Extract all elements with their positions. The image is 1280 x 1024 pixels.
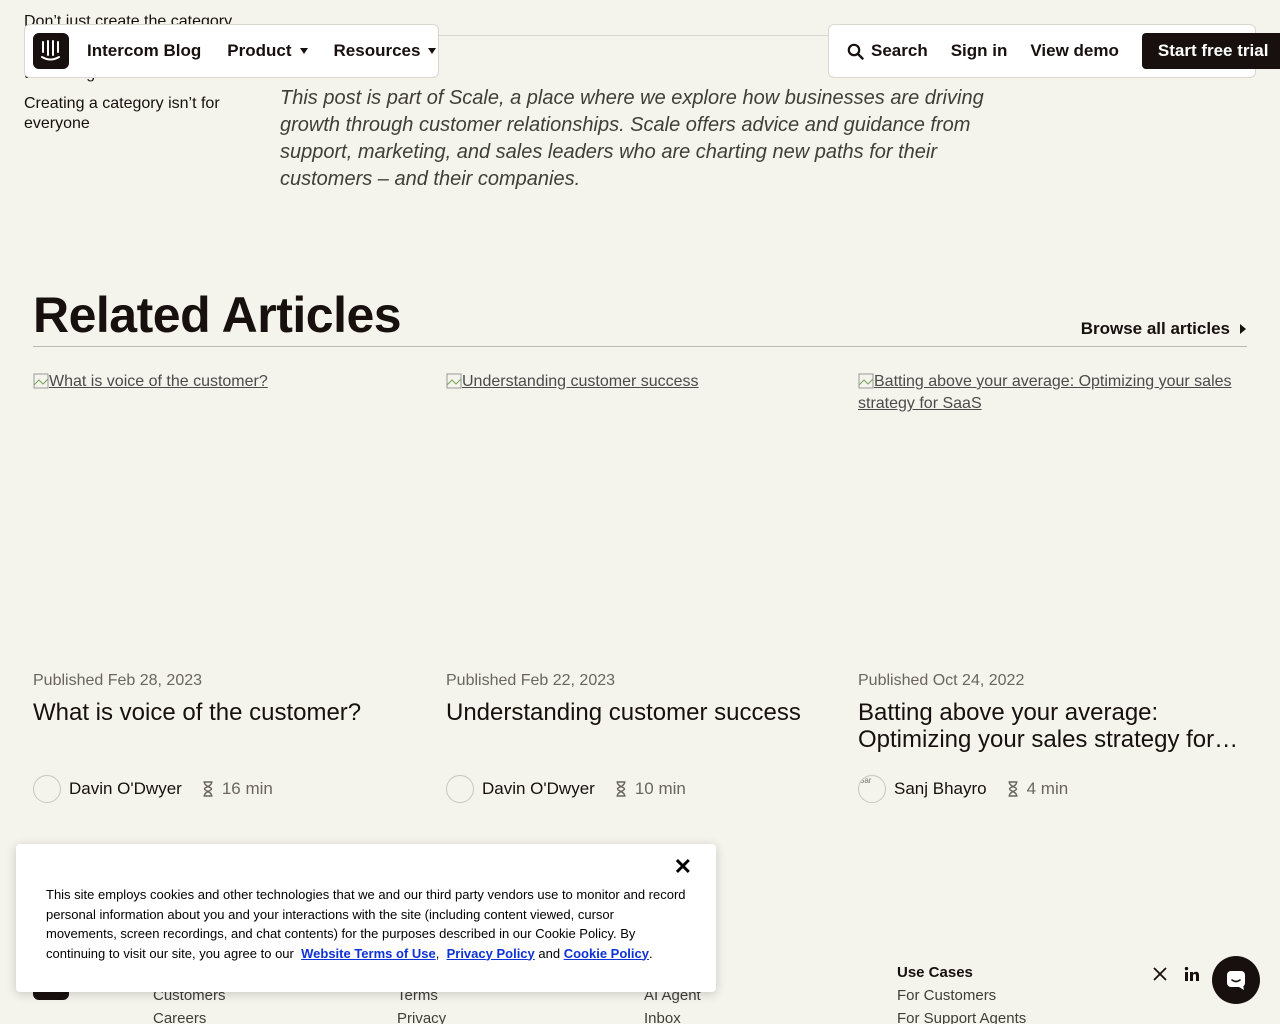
view-demo-link[interactable]: View demo bbox=[1030, 41, 1119, 61]
read-time-label: 4 min bbox=[1026, 779, 1069, 798]
author-avatar bbox=[33, 775, 61, 803]
footer-link[interactable]: Careers bbox=[153, 1007, 226, 1024]
cookie-and: and bbox=[538, 945, 561, 961]
article-meta: Davin O'Dwyer 10 min bbox=[446, 775, 836, 803]
terms-of-use-link[interactable]: Website Terms of Use bbox=[301, 946, 436, 961]
hourglass-icon bbox=[616, 781, 626, 797]
read-time-label: 16 min bbox=[221, 779, 273, 798]
author-name[interactable]: Davin O'Dwyer bbox=[482, 779, 595, 799]
article-card: What is voice of the customer? Published… bbox=[33, 371, 423, 803]
read-time: 10 min bbox=[615, 779, 686, 799]
caret-right-icon bbox=[1240, 324, 1246, 334]
cookie-text: This site employs cookies and other tech… bbox=[46, 885, 686, 963]
x-twitter-icon[interactable] bbox=[1152, 966, 1168, 982]
author-name[interactable]: Davin O'Dwyer bbox=[69, 779, 182, 799]
resources-menu-label: Resources bbox=[333, 41, 421, 60]
article-image-alt: Understanding customer success bbox=[462, 373, 699, 390]
scale-intro-text: This post is part of Scale, a place wher… bbox=[280, 87, 984, 190]
article-card: Batting above your average: Optimizing y… bbox=[858, 371, 1248, 803]
sign-in-link[interactable]: Sign in bbox=[951, 41, 1008, 61]
privacy-policy-link[interactable]: Privacy Policy bbox=[447, 946, 535, 961]
product-menu[interactable]: Product bbox=[227, 41, 308, 61]
article-title[interactable]: Batting above your average: Optimizing y… bbox=[858, 699, 1248, 765]
article-image-link[interactable]: Batting above your average: Optimizing y… bbox=[858, 371, 1248, 661]
cookie-end: . bbox=[648, 945, 653, 961]
footer-link[interactable]: Inbox bbox=[644, 1007, 701, 1024]
related-articles-heading: Related Articles bbox=[33, 287, 402, 343]
search-button[interactable]: Search bbox=[847, 41, 928, 61]
published-date: Published Feb 28, 2023 bbox=[33, 672, 203, 689]
search-label: Search bbox=[871, 41, 928, 60]
published-date: Published Oct 24, 2022 bbox=[858, 672, 1025, 689]
article-meta: Davin O'Dwyer 16 min bbox=[33, 775, 423, 803]
footer-link[interactable]: For Customers bbox=[897, 984, 1026, 1007]
browse-label: Browse all articles bbox=[1080, 319, 1230, 338]
header-nav-right: Search Sign in View demo Start free tria… bbox=[828, 24, 1280, 78]
cookie-banner: ✕ This site employs cookies and other te… bbox=[16, 844, 716, 992]
author-name[interactable]: Sanj Bhayro bbox=[894, 779, 987, 799]
caret-down-icon bbox=[428, 48, 437, 54]
chat-icon bbox=[1227, 971, 1245, 990]
read-time: 16 min bbox=[202, 779, 273, 799]
broken-image-icon bbox=[446, 373, 462, 389]
article-meta: Sar Sanj Bhayro 4 min bbox=[858, 775, 1248, 803]
product-menu-label: Product bbox=[227, 41, 292, 60]
search-icon bbox=[847, 43, 864, 60]
caret-down-icon bbox=[299, 48, 308, 54]
start-free-trial-button[interactable]: Start free trial bbox=[1141, 33, 1280, 69]
read-time: 4 min bbox=[1007, 779, 1069, 799]
article-image-alt: What is voice of the customer? bbox=[49, 373, 268, 390]
close-icon[interactable]: ✕ bbox=[674, 856, 692, 878]
toc-item[interactable]: Creating a category isn’t for everyone bbox=[24, 94, 244, 134]
footer-heading: Use Cases bbox=[897, 964, 973, 981]
linkedin-icon[interactable] bbox=[1184, 966, 1200, 982]
published-date: Published Feb 22, 2023 bbox=[446, 672, 616, 689]
cookie-sep: , bbox=[435, 945, 440, 961]
resources-menu[interactable]: Resources bbox=[334, 41, 437, 61]
hourglass-icon bbox=[1008, 781, 1018, 797]
brand-title[interactable]: Intercom Blog bbox=[87, 41, 201, 61]
hourglass-icon bbox=[203, 781, 213, 797]
article-image-link[interactable]: Understanding customer success bbox=[446, 371, 836, 661]
browse-all-articles-link[interactable]: Browse all articles bbox=[1081, 319, 1246, 339]
cookie-policy-link[interactable]: Cookie Policy bbox=[564, 946, 649, 961]
article-title[interactable]: What is voice of the customer? bbox=[33, 699, 423, 765]
messenger-launcher-button[interactable] bbox=[1212, 956, 1260, 1004]
intercom-logo-icon[interactable] bbox=[33, 33, 69, 69]
author-avatar: Sar bbox=[858, 775, 886, 803]
divider bbox=[33, 346, 1247, 347]
header-nav-left: Intercom Blog Product Resources bbox=[24, 24, 439, 78]
social-links bbox=[1152, 966, 1200, 982]
broken-image-icon bbox=[858, 373, 874, 389]
author-avatar bbox=[446, 775, 474, 803]
footer-link[interactable]: For Support Agents bbox=[897, 1007, 1026, 1024]
avatar-alt: Sar bbox=[859, 776, 872, 785]
article-card: Understanding customer success Published… bbox=[446, 371, 836, 803]
footer-column: Use Cases For Customers For Support Agen… bbox=[897, 961, 1026, 1024]
article-image-alt: Batting above your average: Optimizing y… bbox=[858, 373, 1232, 412]
read-time-label: 10 min bbox=[634, 779, 686, 798]
footer-link[interactable]: Privacy bbox=[397, 1007, 446, 1024]
article-image-link[interactable]: What is voice of the customer? bbox=[33, 371, 423, 661]
broken-image-icon bbox=[33, 373, 49, 389]
article-title[interactable]: Understanding customer success bbox=[446, 699, 836, 765]
